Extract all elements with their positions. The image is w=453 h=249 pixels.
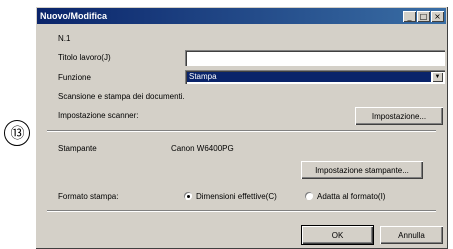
actual-size-label[interactable]: Dimensioni effettive(C) [196, 192, 277, 201]
new-edit-dialog: Nuovo/Modifica _ □ × N.1 Titolo lavoro(J… [35, 6, 448, 249]
fit-format-radio[interactable] [305, 192, 313, 200]
printer-label: Stampante [58, 144, 97, 153]
job-title-input[interactable] [185, 50, 445, 66]
scanner-settings-label: Impostazione scanner: [58, 111, 139, 120]
printer-name: Canon W6400PG [171, 144, 234, 153]
scanner-settings-button[interactable]: Impostazione... [355, 107, 443, 125]
separator [47, 210, 436, 212]
maximize-button[interactable]: □ [417, 10, 430, 22]
minimize-button[interactable]: _ [403, 10, 416, 22]
window-controls: _ □ × [402, 10, 444, 22]
ok-button[interactable]: OK [301, 225, 374, 245]
separator [47, 130, 436, 132]
chevron-down-icon[interactable]: ▼ [432, 72, 443, 82]
function-select[interactable]: Stampa ▼ [185, 70, 445, 84]
fit-format-label[interactable]: Adatta al formato(I) [317, 192, 385, 201]
actual-size-radio[interactable] [184, 192, 192, 200]
cancel-button[interactable]: Annulla [380, 226, 443, 244]
window-title: Nuovo/Modifica [40, 11, 107, 21]
print-format-label: Formato stampa: [58, 192, 119, 201]
step-number-marker: ⑬ [4, 120, 30, 146]
close-button[interactable]: × [431, 10, 444, 22]
title-bar[interactable]: Nuovo/Modifica _ □ × [37, 8, 446, 24]
function-description: Scansione e stampa dei documenti. [58, 92, 185, 101]
printer-settings-button[interactable]: Impostazione stampante... [301, 161, 423, 179]
job-number: N.1 [58, 34, 71, 43]
radio-selected-dot [186, 194, 190, 198]
function-label: Funzione [58, 73, 91, 82]
function-selected-value: Stampa [187, 72, 431, 82]
job-title-label: Titolo lavoro(J) [58, 53, 111, 62]
